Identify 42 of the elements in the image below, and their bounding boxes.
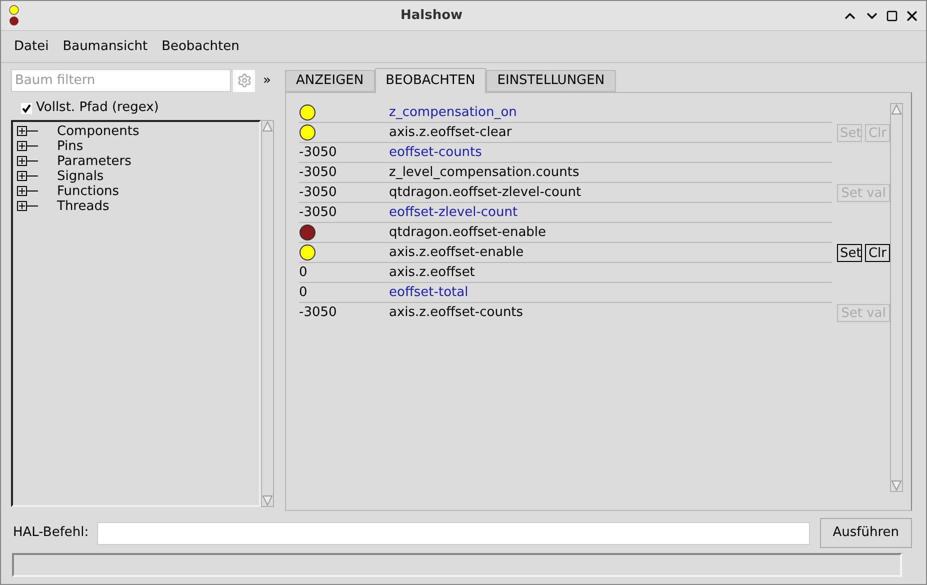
expand-icon[interactable] — [17, 201, 39, 212]
pin-name: axis.z.eoffset — [389, 264, 475, 282]
pin-name: axis.z.eoffset-enable — [389, 244, 524, 262]
expand-icon[interactable] — [17, 126, 39, 137]
menu-item[interactable]: Datei — [14, 36, 49, 56]
pin-name: z_level_compensation.counts — [389, 164, 580, 182]
checkbox[interactable] — [21, 102, 32, 114]
signal-name: eoffset-total — [389, 284, 468, 302]
value-text: -3050 — [299, 204, 337, 222]
command-field[interactable] — [96, 522, 810, 544]
tab[interactable]: BEOBACHTEN — [374, 68, 486, 93]
value-text: -3050 — [299, 184, 337, 202]
expand-button[interactable]: » — [257, 70, 277, 90]
checkbox-label: Vollst. Pfad (regex) — [36, 99, 159, 118]
signal-name: eoffset-counts — [389, 144, 482, 162]
app-icon — [7, 4, 21, 26]
signal-name: z_compensation_on — [389, 104, 517, 122]
pin-name: qtdragon.eoffset-enable — [389, 224, 546, 242]
tab[interactable]: EINSTELLUNGEN — [486, 70, 616, 92]
expand-icon[interactable] — [17, 156, 39, 167]
pin-name: axis.z.eoffset-counts — [389, 304, 524, 322]
expand-icon[interactable] — [17, 141, 39, 152]
expand-icon[interactable] — [17, 171, 39, 182]
signal-name: eoffset-zlevel-count — [389, 204, 518, 222]
maximize-icon[interactable] — [886, 10, 898, 22]
expand-icon[interactable] — [17, 186, 39, 197]
menu-item[interactable]: Beobachten — [162, 36, 240, 56]
value-text: 0 — [299, 264, 308, 282]
value-text: -3050 — [299, 164, 337, 182]
pin-name: qtdragon.eoffset-zlevel-count — [389, 184, 582, 202]
command-label: HAL-Befehl: — [13, 524, 89, 542]
filter-field[interactable]: Baum filtern — [11, 69, 231, 92]
value-text: -3050 — [299, 144, 337, 162]
value-text: 0 — [299, 284, 308, 302]
pin-button[interactable]: Clr — [865, 244, 890, 262]
pin-button[interactable]: Set — [837, 244, 862, 262]
execute-button[interactable]: Ausführen — [820, 518, 912, 548]
menu-item[interactable]: Baumansicht — [62, 36, 148, 56]
pin-name: axis.z.eoffset-clear — [389, 124, 512, 142]
tab[interactable]: ANZEIGEN — [285, 70, 375, 92]
value-text: -3050 — [299, 304, 337, 322]
window-title: Halshow — [399, 6, 464, 25]
